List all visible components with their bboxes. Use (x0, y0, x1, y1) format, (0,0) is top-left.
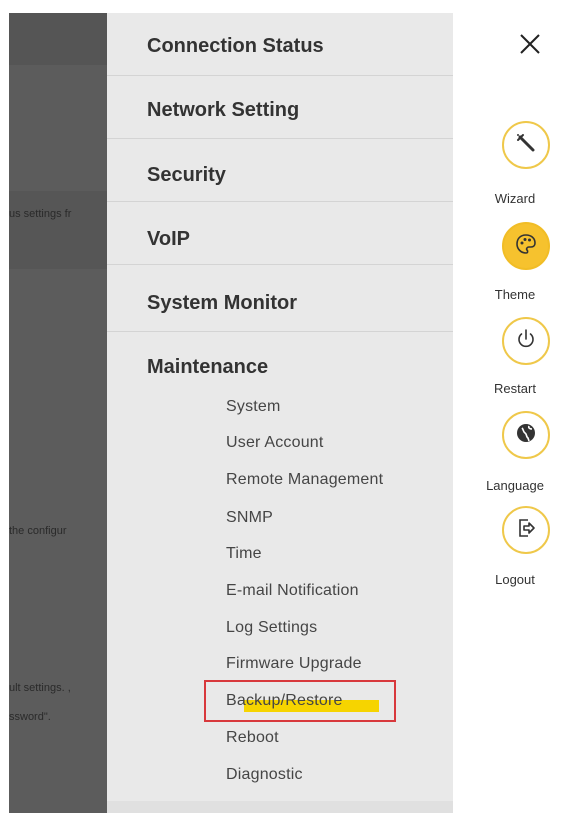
side-action-panel: Wizard Theme Restart Language Logout (453, 0, 577, 813)
background-text: us settings fr (9, 208, 72, 220)
menu-item-label: Connection Status (147, 35, 324, 57)
menu-item-label: VoIP (147, 228, 190, 250)
submenu-diagnostic[interactable]: Diagnostic (226, 766, 303, 784)
background-section (9, 191, 107, 269)
background-text: the configur (9, 525, 67, 537)
menu-item-network-setting[interactable]: Network Setting (107, 76, 453, 139)
background-text: ssword". (9, 711, 51, 723)
wand-icon (514, 131, 538, 160)
wizard-label: Wizard (494, 191, 536, 206)
menu-item-label: System Monitor (147, 292, 298, 314)
close-icon[interactable] (517, 31, 543, 57)
submenu-system[interactable]: System (226, 398, 281, 416)
submenu-user-account[interactable]: User Account (226, 434, 324, 452)
menu-item-label: Security (147, 164, 226, 186)
menu-item-label: Network Setting (147, 99, 300, 121)
logout-icon (514, 516, 538, 545)
palette-icon (514, 232, 538, 261)
logout-button[interactable] (502, 506, 550, 554)
theme-button[interactable] (502, 222, 550, 270)
language-button[interactable] (502, 411, 550, 459)
submenu-remote-management[interactable]: Remote Management (226, 471, 383, 489)
submenu-log-settings[interactable]: Log Settings (226, 619, 317, 637)
theme-label: Theme (494, 287, 536, 302)
background-page-overlay: us settings fr the configur ult settings… (9, 13, 107, 813)
menu-item-voip[interactable]: VoIP (107, 202, 453, 265)
menu-item-system-monitor[interactable]: System Monitor (107, 265, 453, 332)
background-text: ult settings. , (9, 682, 71, 694)
menu-item-label[interactable]: Maintenance (147, 356, 268, 379)
main-menu-panel: Connection Status Network Setting Securi… (107, 13, 453, 813)
power-icon (514, 327, 538, 356)
submenu-snmp[interactable]: SNMP (226, 509, 273, 527)
menu-item-security[interactable]: Security (107, 139, 453, 202)
restart-button[interactable] (502, 317, 550, 365)
logout-label: Logout (495, 572, 535, 587)
submenu-time[interactable]: Time (226, 545, 262, 563)
globe-icon (514, 421, 538, 450)
submenu-firmware-upgrade[interactable]: Firmware Upgrade (226, 655, 362, 673)
submenu-reboot[interactable]: Reboot (226, 729, 279, 747)
menu-item-connection-status[interactable]: Connection Status (107, 13, 453, 76)
submenu-backup-restore[interactable]: Backup/Restore (226, 692, 343, 710)
background-header (9, 13, 107, 65)
wizard-button[interactable] (502, 121, 550, 169)
language-label: Language (486, 478, 544, 493)
menu-bottom-edge (107, 801, 453, 813)
restart-label: Restart (494, 381, 536, 396)
submenu-email-notification[interactable]: E-mail Notification (226, 582, 359, 600)
